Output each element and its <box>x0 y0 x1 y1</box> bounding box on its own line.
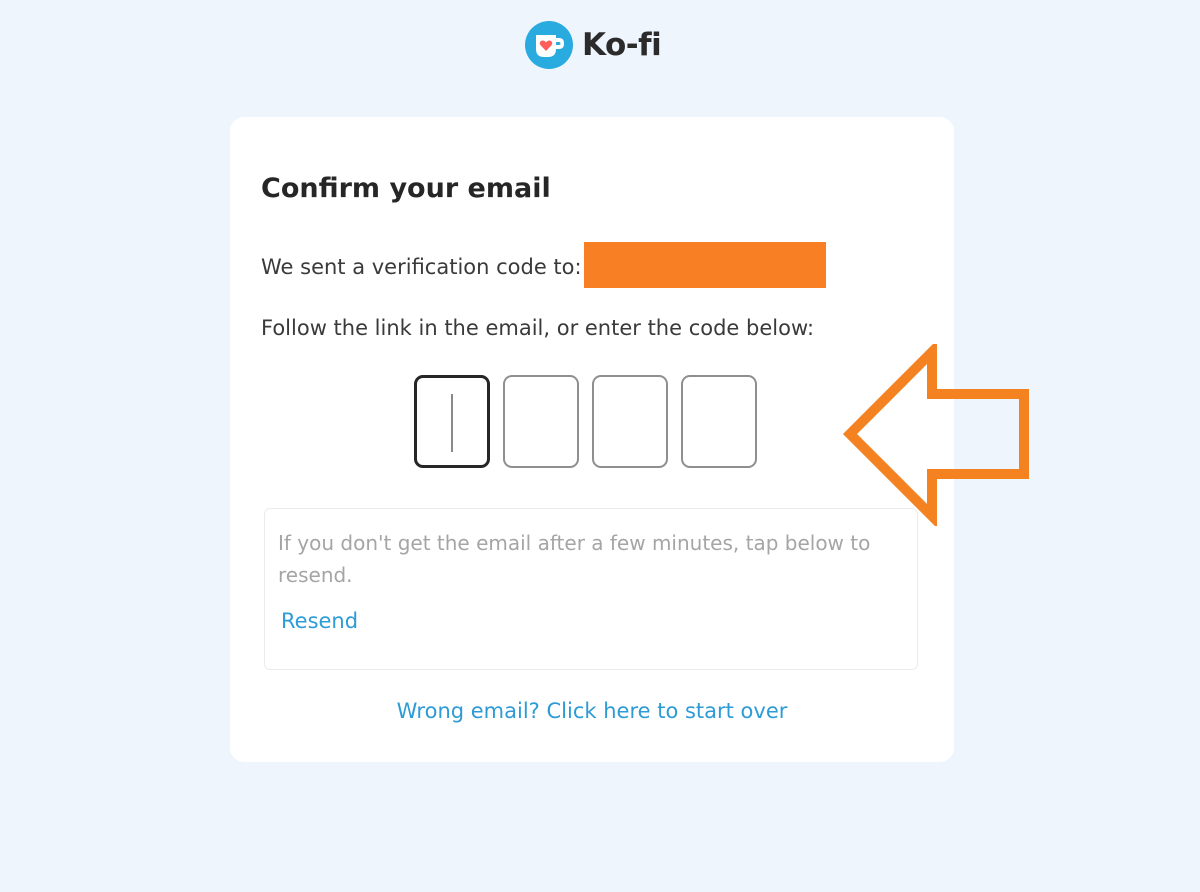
ko-fi-cup-icon <box>525 21 573 69</box>
text-cursor <box>451 394 453 452</box>
verification-code-input <box>414 375 757 468</box>
sent-to-label: We sent a verification code to: <box>261 255 582 279</box>
instruction-text: Follow the link in the email, or enter t… <box>261 316 815 340</box>
brand-name: Ko-fi <box>582 27 662 63</box>
ko-fi-logo[interactable]: Ko-fi <box>524 20 662 70</box>
resend-panel: If you don't get the email after a few m… <box>264 508 918 670</box>
code-digit-1[interactable] <box>414 375 490 468</box>
resend-link[interactable]: Resend <box>281 609 358 633</box>
page-title: Confirm your email <box>261 173 551 204</box>
resend-help-text: If you don't get the email after a few m… <box>278 531 871 587</box>
code-digit-4[interactable] <box>681 375 757 468</box>
code-digit-3[interactable] <box>592 375 668 468</box>
orange-arrow-left-icon <box>842 344 1029 526</box>
redacted-email <box>583 242 826 288</box>
code-digit-2[interactable] <box>503 375 579 468</box>
start-over-link[interactable]: Wrong email? Click here to start over <box>230 699 954 723</box>
sent-to-line: We sent a verification code to: <box>261 242 826 290</box>
page: Ko-fi Confirm your email We sent a verif… <box>0 0 1200 892</box>
